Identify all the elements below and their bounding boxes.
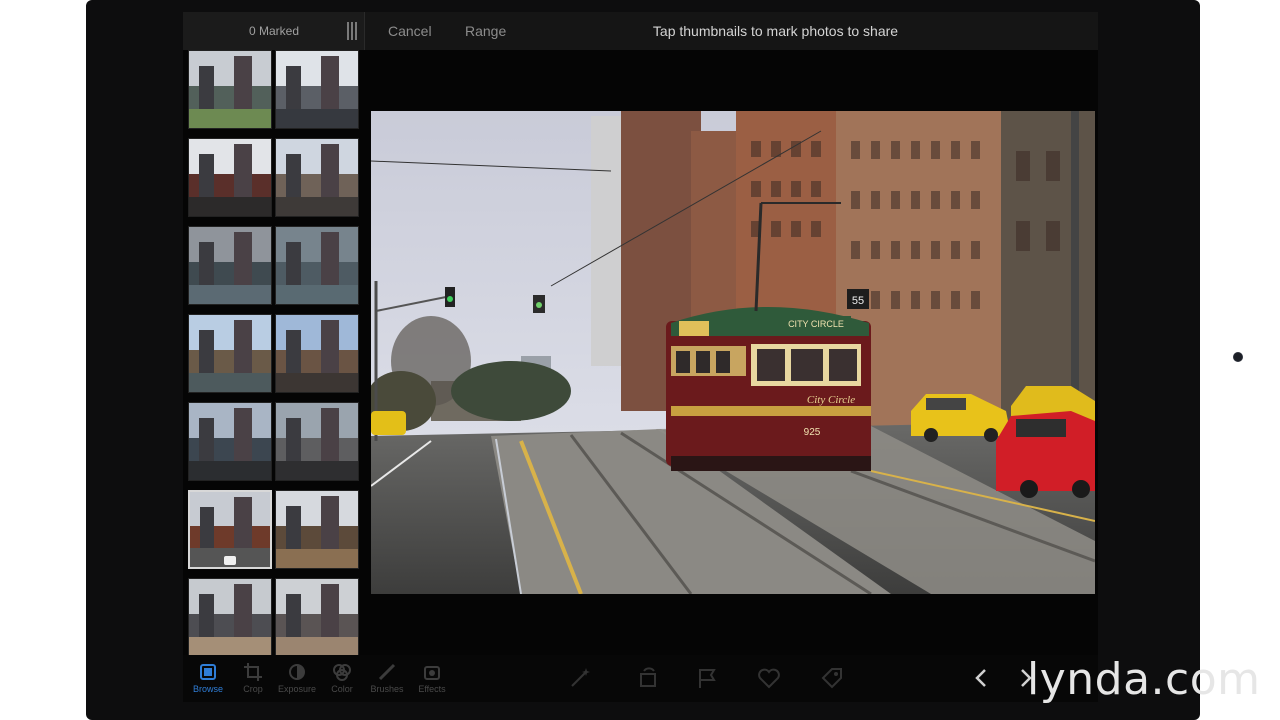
photo-thumbnail[interactable] bbox=[275, 138, 359, 217]
photo-thumbnail[interactable] bbox=[188, 490, 272, 569]
lynda-watermark: lynda.com bbox=[1027, 654, 1261, 705]
marked-count: 0 Marked bbox=[248, 24, 300, 38]
app-screen: 0 Marked Cancel Range Tap thumbnails to … bbox=[183, 12, 1098, 702]
rotate-icon[interactable] bbox=[635, 665, 661, 691]
svg-text:CITY CIRCLE: CITY CIRCLE bbox=[788, 319, 844, 329]
tool-crop[interactable]: Crop bbox=[230, 661, 276, 699]
photo-thumbnail[interactable] bbox=[275, 226, 359, 305]
tool-exposure-label: Exposure bbox=[277, 684, 317, 694]
photo-thumbnail[interactable] bbox=[275, 50, 359, 129]
photo-thumbnail[interactable] bbox=[275, 578, 359, 657]
photo-thumbnail[interactable] bbox=[188, 314, 272, 393]
drag-handle-icon[interactable] bbox=[347, 22, 357, 40]
range-button[interactable]: Range bbox=[465, 23, 506, 39]
instruction-text: Tap thumbnails to mark photos to share bbox=[652, 23, 899, 39]
photo-thumbnail[interactable] bbox=[188, 226, 272, 305]
tool-effects-label: Effects bbox=[418, 684, 446, 694]
flag-icon[interactable] bbox=[694, 665, 720, 691]
svg-text:City Circle: City Circle bbox=[807, 394, 855, 406]
tool-browse[interactable]: Browse bbox=[185, 661, 231, 699]
main-photo: CITY CIRCLE City Circle 925 55 bbox=[371, 111, 1095, 594]
tool-crop-label: Crop bbox=[243, 684, 263, 694]
photo-thumbnail[interactable] bbox=[275, 490, 359, 569]
svg-text:55: 55 bbox=[852, 295, 864, 307]
thumbnail-grid bbox=[188, 50, 362, 657]
photo-thumbnail[interactable] bbox=[188, 50, 272, 129]
exposure-icon bbox=[289, 664, 305, 680]
color-icon bbox=[333, 664, 351, 681]
crop-icon bbox=[244, 663, 262, 681]
tool-effects[interactable]: Effects bbox=[409, 661, 455, 699]
effects-icon bbox=[424, 666, 440, 680]
brush-icon bbox=[378, 663, 396, 681]
cancel-button[interactable]: Cancel bbox=[388, 23, 432, 39]
heart-icon[interactable] bbox=[756, 665, 782, 691]
browse-icon bbox=[200, 664, 216, 680]
tool-brushes[interactable]: Brushes bbox=[364, 661, 410, 699]
tool-brushes-label: Brushes bbox=[370, 684, 404, 694]
tool-color-label: Color bbox=[331, 684, 353, 694]
magic-wand-icon[interactable] bbox=[567, 665, 593, 691]
photo-thumbnail[interactable] bbox=[188, 138, 272, 217]
bottom-toolbar: Browse Crop Exposure Color Brushes Effec… bbox=[183, 655, 1098, 702]
tool-exposure[interactable]: Exposure bbox=[274, 661, 320, 699]
svg-text:925: 925 bbox=[804, 427, 821, 438]
tag-icon[interactable] bbox=[819, 665, 845, 691]
camera-icon bbox=[1233, 352, 1243, 362]
photo-thumbnail[interactable] bbox=[188, 578, 272, 657]
tool-browse-label: Browse bbox=[192, 684, 223, 694]
mark-header: 0 Marked bbox=[183, 12, 365, 50]
chevron-left-icon[interactable] bbox=[969, 665, 995, 691]
share-icon bbox=[224, 556, 236, 565]
tool-color[interactable]: Color bbox=[319, 661, 365, 699]
photo-thumbnail[interactable] bbox=[275, 402, 359, 481]
top-bar: 0 Marked Cancel Range Tap thumbnails to … bbox=[183, 12, 1098, 50]
photo-thumbnail[interactable] bbox=[275, 314, 359, 393]
photo-thumbnail[interactable] bbox=[188, 402, 272, 481]
